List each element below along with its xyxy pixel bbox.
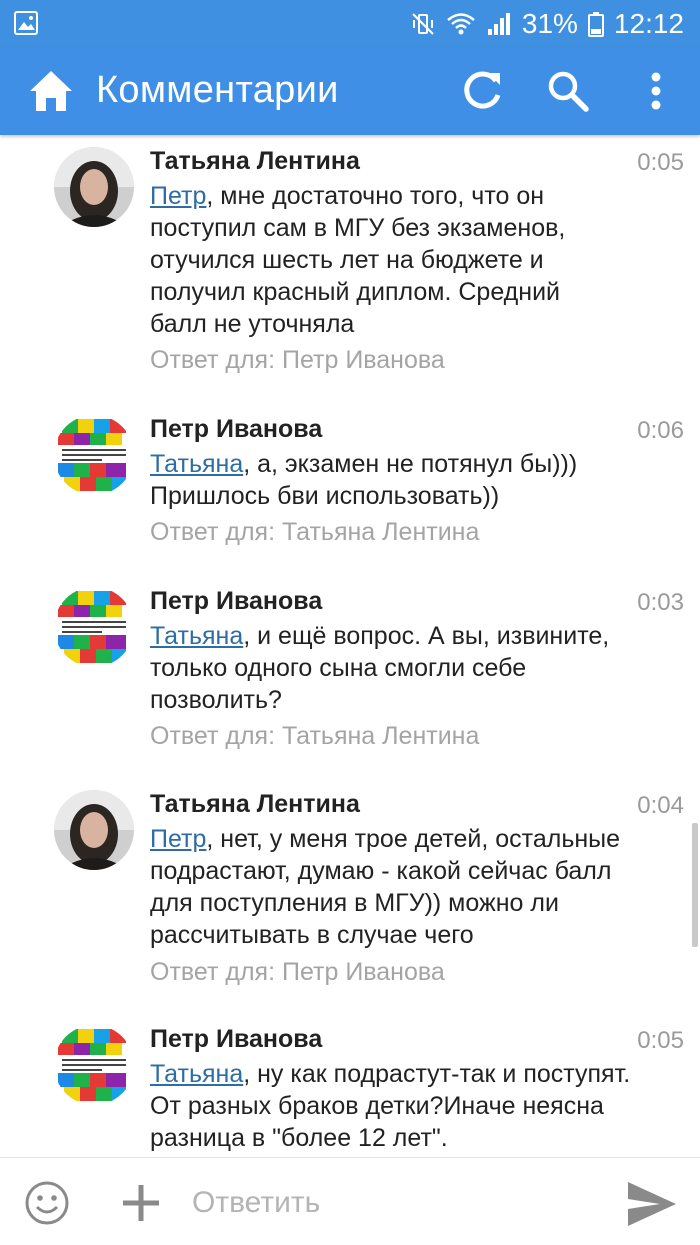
comment-text: Петр, мне достаточно того, что он поступ…	[150, 180, 680, 340]
comment-line: От разных браков детки?Иначе неясна	[150, 1092, 604, 1120]
comment-text: Татьяна, и ещё вопрос. А вы, извините, т…	[150, 620, 680, 716]
comment-line: поступил сам в МГУ без экзаменов,	[150, 214, 566, 242]
search-icon[interactable]	[544, 67, 592, 115]
wifi-icon	[446, 11, 476, 37]
comment-time: 0:04	[637, 792, 684, 819]
plus-icon[interactable]	[118, 1180, 164, 1226]
comment-line: только одного сына смогли себе	[150, 654, 527, 682]
comment-line: позволить?	[150, 686, 282, 714]
reply-to-label[interactable]: Ответ для: Петр Иванова	[150, 346, 445, 375]
mention-link[interactable]: Петр	[150, 182, 206, 210]
signal-icon	[486, 11, 512, 37]
comment-line: Петр, нет, у меня трое детей, остальные	[150, 825, 621, 853]
reply-to-label[interactable]: Ответ для: Татьяна Лентина	[150, 518, 479, 547]
app-bar: Комментарии	[0, 47, 700, 135]
comment-line: для поступления в МГУ)) можно ли	[150, 889, 559, 917]
mute-vibrate-icon	[410, 11, 436, 37]
avatar[interactable]	[54, 790, 134, 870]
comment-line: Татьяна, а, экзамен не потянул бы)))	[150, 450, 578, 478]
status-indicators: 31% 12:12	[410, 0, 684, 47]
comment-time: 0:06	[637, 417, 684, 444]
battery-icon	[587, 11, 604, 37]
comment-text: Татьяна, ну как подрастут-так и поступят…	[150, 1058, 680, 1154]
mention-link[interactable]: Петр	[150, 825, 206, 853]
comment-line: Пришлось бви использовать))	[150, 482, 500, 510]
avatar[interactable]	[54, 415, 134, 495]
comment-author[interactable]: Татьяна Лентина	[150, 147, 360, 176]
mention-link[interactable]: Татьяна	[150, 622, 243, 650]
status-bar: 31% 12:12	[0, 0, 700, 47]
reply-bar	[0, 1157, 700, 1245]
comment-time: 0:05	[637, 1027, 684, 1054]
reply-to-label[interactable]: Ответ для: Петр Иванова	[150, 958, 445, 987]
mention-link[interactable]: Татьяна	[150, 450, 243, 478]
home-icon[interactable]	[26, 67, 76, 115]
avatar[interactable]	[54, 587, 134, 667]
clock: 12:12	[613, 7, 684, 39]
refresh-icon[interactable]	[458, 67, 506, 115]
send-icon[interactable]	[624, 1178, 680, 1230]
avatar[interactable]	[54, 147, 134, 227]
image-icon	[14, 11, 38, 35]
comments-list[interactable]: Татьяна Лентина 0:05 Петр, мне достаточн…	[0, 135, 700, 1157]
more-vert-icon[interactable]	[632, 67, 680, 115]
comment-text: Петр, нет, у меня трое детей, остальные …	[150, 823, 680, 951]
emoji-icon[interactable]	[24, 1180, 70, 1226]
reply-input[interactable]	[190, 1176, 594, 1230]
comment-time: 0:05	[637, 149, 684, 176]
scrollbar-thumb[interactable]	[692, 823, 698, 947]
comment-line: Татьяна, и ещё вопрос. А вы, извините,	[150, 622, 610, 650]
comment-line: Петр, мне достаточно того, что он	[150, 182, 545, 210]
page-title: Комментарии	[96, 69, 339, 111]
reply-to-label[interactable]: Ответ для: Татьяна Лентина	[150, 722, 479, 751]
comment-author[interactable]: Петр Иванова	[150, 587, 322, 616]
comment-line: балл не уточняла	[150, 310, 355, 338]
comment-time: 0:03	[637, 589, 684, 616]
comment-line: получил красный диплом. Средний	[150, 278, 561, 306]
comment-author[interactable]: Татьяна Лентина	[150, 790, 360, 819]
comment-line: рассчитывать в случае чего	[150, 921, 474, 949]
avatar[interactable]	[54, 1025, 134, 1105]
comment-text: Татьяна, а, экзамен не потянул бы))) При…	[150, 448, 680, 512]
mention-link[interactable]: Татьяна	[150, 1060, 243, 1088]
comment-author[interactable]: Петр Иванова	[150, 415, 322, 444]
battery-percent: 31%	[521, 7, 578, 39]
comment-author[interactable]: Петр Иванова	[150, 1025, 322, 1054]
comment-line: разница в "более 12 лет".	[150, 1124, 448, 1152]
comment-line: Татьяна, ну как подрастут-так и поступят…	[150, 1060, 631, 1088]
comment-line: отучился шесть лет на бюджете и	[150, 246, 544, 274]
comment-line: подрастают, думаю - какой сейчас балл	[150, 857, 612, 885]
